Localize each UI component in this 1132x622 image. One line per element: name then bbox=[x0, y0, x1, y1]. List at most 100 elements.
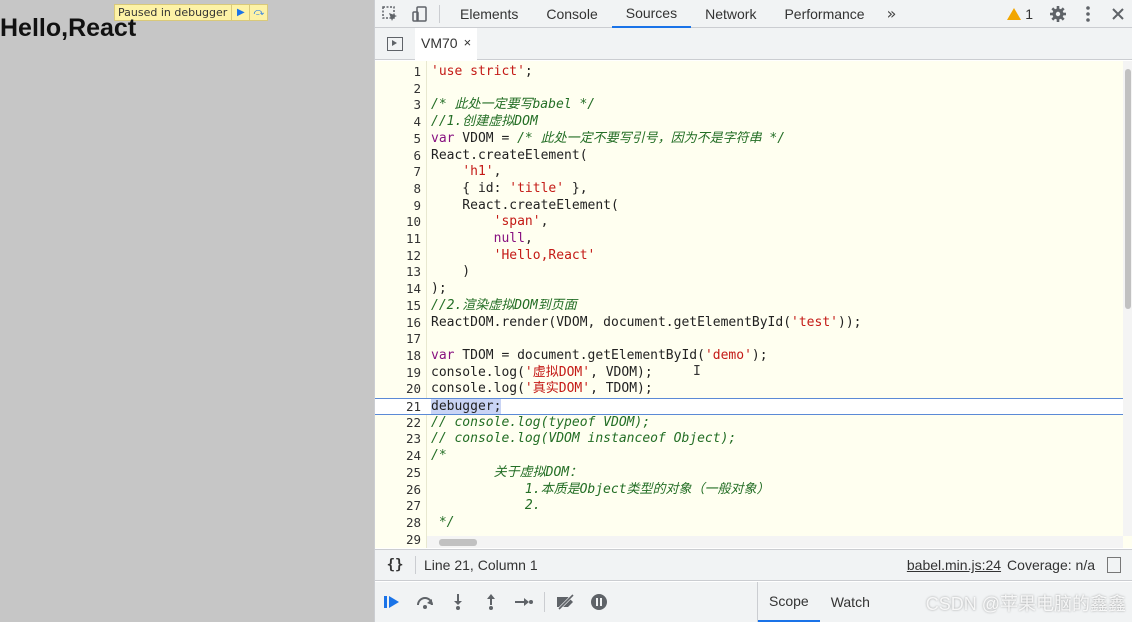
line-number[interactable]: 26 bbox=[375, 482, 421, 499]
line-source: 关于虚拟DOM： bbox=[431, 464, 583, 480]
line-number[interactable]: 12 bbox=[375, 248, 421, 265]
resume-script-icon[interactable] bbox=[375, 586, 408, 618]
toggle-navigator-icon[interactable] bbox=[375, 28, 415, 60]
editor-status-bar: {} Line 21, Column 1 babel.min.js:24 Cov… bbox=[375, 549, 1132, 581]
line-number[interactable]: 3 bbox=[375, 97, 421, 114]
pretty-print-button[interactable]: {} bbox=[375, 557, 415, 573]
line-number[interactable]: 17 bbox=[375, 331, 421, 348]
tab-elements[interactable]: Elements bbox=[446, 0, 532, 28]
close-devtools-icon[interactable] bbox=[1103, 0, 1132, 28]
tab-scope[interactable]: Scope bbox=[758, 582, 820, 622]
line-source: 'use strict'; bbox=[431, 64, 533, 79]
code-line[interactable]: 7 'h1', bbox=[375, 164, 1125, 181]
code-line[interactable]: 13 ) bbox=[375, 264, 1125, 281]
line-number[interactable]: 20 bbox=[375, 381, 421, 398]
line-number[interactable]: 21 bbox=[375, 399, 421, 416]
warnings-counter[interactable]: 1 bbox=[997, 6, 1043, 22]
resume-icon[interactable]: ▶ bbox=[231, 5, 249, 20]
code-line[interactable]: 8 { id: 'title' }, bbox=[375, 181, 1125, 198]
line-number[interactable]: 14 bbox=[375, 281, 421, 298]
line-number[interactable]: 29 bbox=[375, 532, 421, 548]
step-into-icon[interactable] bbox=[441, 586, 474, 618]
inspect-element-icon[interactable] bbox=[375, 0, 405, 28]
line-number[interactable]: 15 bbox=[375, 298, 421, 315]
code-line[interactable]: 15 //2.渲染虚拟DOM到页面 bbox=[375, 298, 1125, 315]
code-line[interactable]: 2 bbox=[375, 81, 1125, 98]
code-line[interactable]: 9 React.createElement( bbox=[375, 198, 1125, 215]
code-line[interactable]: 23 // console.log(VDOM instanceof Object)… bbox=[375, 431, 1125, 448]
code-line[interactable]: 1 'use strict'; bbox=[375, 64, 1125, 81]
line-number[interactable]: 16 bbox=[375, 315, 421, 332]
line-number[interactable]: 5 bbox=[375, 131, 421, 148]
close-file-tab-icon[interactable]: × bbox=[464, 35, 472, 50]
code-line[interactable]: 19 console.log('虚拟DOM', VDOM); bbox=[375, 365, 1125, 382]
line-source: null, bbox=[493, 231, 533, 246]
coverage-icon[interactable] bbox=[1107, 557, 1121, 573]
step-over-icon[interactable]: ⤼ bbox=[249, 5, 267, 20]
code-line[interactable]: 4 //1.创建虚拟DOM bbox=[375, 114, 1125, 131]
file-tab-vm70[interactable]: VM70 × bbox=[415, 27, 478, 60]
line-number[interactable]: 24 bbox=[375, 448, 421, 465]
horizontal-scroll-thumb[interactable] bbox=[439, 539, 477, 546]
line-source: 1.本质是Object类型的对象（一般对象） bbox=[431, 481, 770, 497]
line-number[interactable]: 28 bbox=[375, 515, 421, 532]
status-divider bbox=[415, 556, 416, 574]
code-line[interactable]: 28 */ bbox=[375, 515, 1125, 532]
line-number[interactable]: 1 bbox=[375, 64, 421, 81]
line-number[interactable]: 8 bbox=[375, 181, 421, 198]
device-toolbar-icon[interactable] bbox=[405, 0, 435, 28]
line-number[interactable]: 7 bbox=[375, 164, 421, 181]
code-line[interactable]: 10 'span', bbox=[375, 214, 1125, 231]
more-tabs-icon[interactable]: » bbox=[879, 4, 905, 23]
step-icon[interactable] bbox=[507, 586, 540, 618]
code-line[interactable]: 11 null, bbox=[375, 231, 1125, 248]
tab-watch[interactable]: Watch bbox=[820, 582, 881, 622]
code-line[interactable]: 22 // console.log(typeof VDOM); bbox=[375, 415, 1125, 432]
line-number[interactable]: 2 bbox=[375, 81, 421, 98]
code-line[interactable]: 26 1.本质是Object类型的对象（一般对象） bbox=[375, 482, 1125, 499]
line-number[interactable]: 19 bbox=[375, 365, 421, 382]
line-number[interactable]: 22 bbox=[375, 415, 421, 432]
tab-performance[interactable]: Performance bbox=[770, 0, 878, 28]
line-number[interactable]: 27 bbox=[375, 498, 421, 515]
code-line[interactable]: 14); bbox=[375, 281, 1125, 298]
code-line[interactable]: 21 debugger; bbox=[375, 398, 1125, 415]
line-source: 'h1', bbox=[462, 164, 502, 180]
line-source: 'Hello,React' bbox=[493, 247, 596, 263]
code-line[interactable]: 6 React.createElement( bbox=[375, 148, 1125, 165]
settings-gear-icon[interactable] bbox=[1043, 0, 1073, 28]
line-number[interactable]: 6 bbox=[375, 148, 421, 165]
code-line[interactable]: 17 bbox=[375, 331, 1125, 348]
code-line[interactable]: 3 /* 此处一定要写babel */ bbox=[375, 97, 1125, 114]
line-number[interactable]: 18 bbox=[375, 348, 421, 365]
code-editor[interactable]: 1 'use strict'; 2 3 /* 此处一定要写babel */ 4 //1.创建… bbox=[375, 61, 1132, 548]
code-line[interactable]: 18 var TDOM = document.getElementById('de… bbox=[375, 348, 1125, 365]
code-line[interactable]: 25 关于虚拟DOM： bbox=[375, 465, 1125, 482]
line-number[interactable]: 23 bbox=[375, 431, 421, 448]
code-line[interactable]: 27 2. bbox=[375, 498, 1125, 515]
code-line[interactable]: 24 /* bbox=[375, 448, 1125, 465]
line-number[interactable]: 4 bbox=[375, 114, 421, 131]
code-line[interactable]: 5 var VDOM = /* 此处一定不要写引号，因为不是字符串 */ bbox=[375, 131, 1125, 148]
code-line[interactable]: 12 'Hello,React' bbox=[375, 248, 1125, 265]
horizontal-scrollbar[interactable] bbox=[427, 536, 1123, 548]
line-number[interactable]: 13 bbox=[375, 264, 421, 281]
tab-sources[interactable]: Sources bbox=[611, 0, 692, 28]
step-out-icon[interactable] bbox=[474, 586, 507, 618]
line-number[interactable]: 11 bbox=[375, 231, 421, 248]
line-number[interactable]: 9 bbox=[375, 198, 421, 215]
sidebar-tabs: Scope Watch bbox=[757, 582, 881, 622]
code-line[interactable]: 20 console.log('真实DOM', TDOM); bbox=[375, 381, 1125, 398]
tab-network[interactable]: Network bbox=[691, 0, 770, 28]
tab-console[interactable]: Console bbox=[532, 0, 611, 28]
vertical-scroll-thumb[interactable] bbox=[1125, 69, 1131, 309]
source-map-link[interactable]: babel.min.js:24 bbox=[907, 557, 1001, 573]
deactivate-breakpoints-icon[interactable] bbox=[549, 586, 582, 618]
vertical-scrollbar[interactable] bbox=[1123, 61, 1132, 536]
line-number[interactable]: 10 bbox=[375, 214, 421, 231]
line-number[interactable]: 25 bbox=[375, 465, 421, 482]
more-options-kebab-icon[interactable] bbox=[1073, 0, 1103, 28]
code-line[interactable]: 16 ReactDOM.render(VDOM, document.getElem… bbox=[375, 315, 1125, 332]
step-over-icon[interactable] bbox=[408, 586, 441, 618]
pause-on-exceptions-icon[interactable] bbox=[582, 586, 615, 618]
